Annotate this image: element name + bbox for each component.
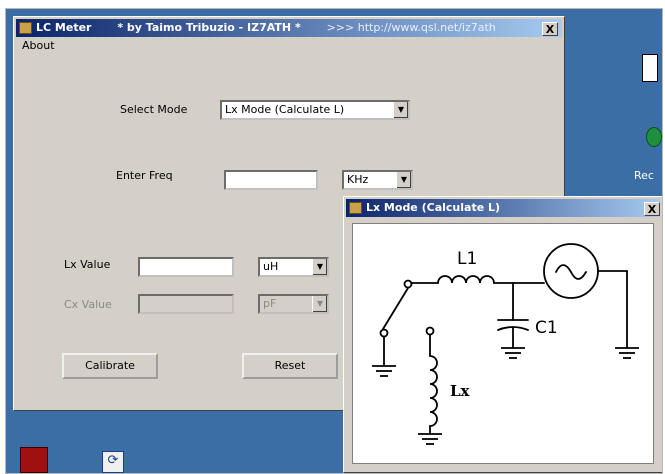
app-icon <box>19 22 32 34</box>
screenshot-frame: Rec ⟳ LC Meter * by Taimo Tribuzio - IZ7… <box>5 8 663 474</box>
freq-input[interactable] <box>224 170 318 190</box>
chevron-down-icon: ▼ <box>312 296 327 312</box>
switch-contact-left <box>379 328 389 338</box>
inductor-l1 <box>437 275 495 284</box>
menubar: About <box>16 38 562 54</box>
mode-select-value: Lx Mode (Calculate L) <box>225 103 345 116</box>
cx-unit-select: pF ▼ <box>258 294 329 314</box>
switch-blade <box>382 287 409 330</box>
window-title-link: >>> http://www.qsl.net/iz7ath <box>326 21 496 34</box>
window-title: LC Meter <box>36 21 92 34</box>
cx-value-field <box>138 294 234 314</box>
mode-select[interactable]: Lx Mode (Calculate L) ▼ <box>220 100 410 120</box>
app-icon-red[interactable] <box>20 447 48 473</box>
close-button[interactable]: X <box>644 202 660 216</box>
switch-terminal <box>403 279 413 289</box>
window-title-author: * by Taimo Tribuzio - IZ7ATH * <box>117 21 301 34</box>
lx-value-field[interactable] <box>138 257 234 277</box>
freq-unit-select[interactable]: KHz ▼ <box>342 170 413 190</box>
app-icon <box>349 202 362 214</box>
lx-value-label: Lx Value <box>64 258 111 271</box>
chevron-down-icon[interactable]: ▼ <box>396 172 411 188</box>
lx-unit-value: uH <box>263 260 279 273</box>
menu-about[interactable]: About <box>16 39 61 52</box>
cx-unit-value: pF <box>263 297 277 310</box>
diagram-title: Lx Mode (Calculate L) <box>366 201 501 214</box>
sine-wave-icon <box>555 264 587 280</box>
desktop-icon-label: Rec <box>634 169 654 182</box>
label-l1: L1 <box>457 249 477 269</box>
desktop-icon-recycle[interactable] <box>646 127 662 147</box>
ground-symbols <box>372 347 639 445</box>
diagram-titlebar[interactable]: Lx Mode (Calculate L) X <box>346 199 660 217</box>
lx-unit-select[interactable]: uH ▼ <box>258 257 329 277</box>
switch-contact-right <box>425 326 435 336</box>
diagram-window: Lx Mode (Calculate L) X L1 C1 Lx <box>343 196 662 473</box>
reset-button[interactable]: Reset <box>242 353 338 379</box>
select-mode-label: Select Mode <box>120 103 188 116</box>
enter-freq-label: Enter Freq <box>116 169 173 182</box>
chevron-down-icon[interactable]: ▼ <box>393 102 408 118</box>
cx-value-label: Cx Value <box>64 298 112 311</box>
label-lx: Lx <box>450 382 471 400</box>
freq-unit-value: KHz <box>347 173 369 186</box>
inductor-lx <box>429 355 438 427</box>
close-button[interactable]: X <box>542 22 558 36</box>
circuit-diagram: L1 C1 Lx <box>352 223 654 464</box>
main-titlebar[interactable]: LC Meter * by Taimo Tribuzio - IZ7ATH * … <box>16 19 562 37</box>
desktop-icon-document[interactable] <box>642 54 658 82</box>
calibrate-button[interactable]: Calibrate <box>62 353 158 379</box>
chevron-down-icon[interactable]: ▼ <box>312 259 327 275</box>
network-icon[interactable]: ⟳ <box>102 451 124 473</box>
label-c1: C1 <box>535 318 558 338</box>
circuit-schematic: L1 C1 Lx <box>372 243 639 445</box>
